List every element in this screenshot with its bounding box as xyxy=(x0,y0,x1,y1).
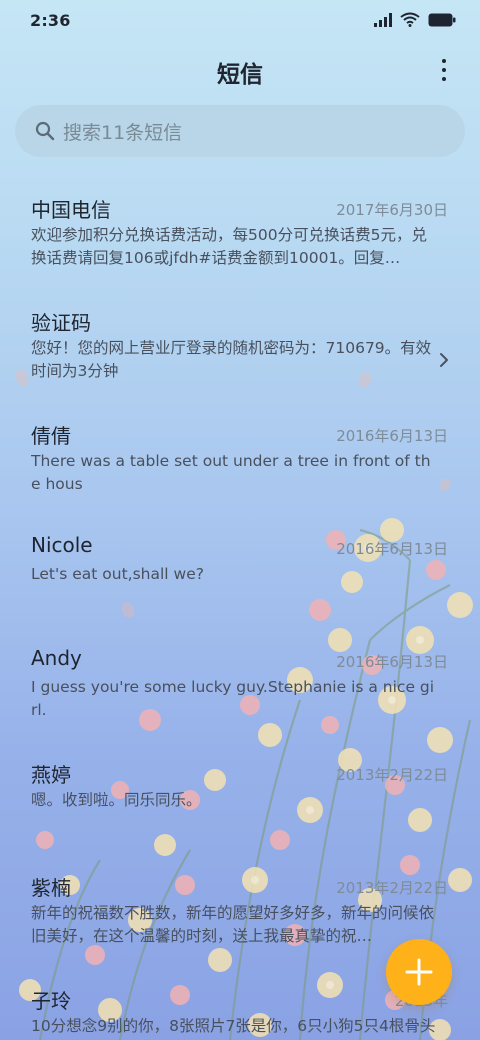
conversation-date: 2016年6月13日 xyxy=(336,540,448,558)
conversation-preview: There was a table set out under a tree i… xyxy=(31,452,431,493)
conversation-preview: Let's eat out,shall we? xyxy=(31,565,204,583)
conversation-item[interactable]: Andy 2016年6月13日 I guess you're some luck… xyxy=(0,634,480,747)
conversation-item[interactable]: 中国电信 2017年6月30日 欢迎参加积分兑换话费活动，每500分可兑换话费5… xyxy=(0,182,480,295)
conversation-name: 倩倩 xyxy=(31,424,71,448)
conversation-name: 子玲 xyxy=(31,989,71,1013)
page-title: 短信 xyxy=(217,62,263,88)
conversation-preview: 10分想念9别的你，8张照片7张是你，6只小狗5只4根骨头3根归你，2爪着地1定… xyxy=(31,1017,436,1035)
plus-icon xyxy=(405,958,433,986)
conversation-item[interactable]: 验证码 您好！您的网上营业厅登录的随机密码为：710679。有效时间为3分钟 xyxy=(0,295,480,408)
conversation-item[interactable]: 燕婷 2013年2月22日 嗯。收到啦。同乐同乐。 xyxy=(0,747,480,860)
conversation-name: 验证码 xyxy=(31,311,91,335)
conversation-date: 2017年6月30日 xyxy=(336,201,448,219)
conversation-preview: 嗯。收到啦。同乐同乐。 xyxy=(31,791,202,809)
wifi-icon xyxy=(400,12,420,27)
conversation-name: Nicole xyxy=(31,533,93,557)
conversation-date: 2013年2月22日 xyxy=(336,879,448,897)
more-dot xyxy=(442,59,446,63)
conversation-preview: 欢迎参加积分兑换话费活动，每500分可兑换话费5元，兑换话费请回复106或jfd… xyxy=(31,226,427,267)
status-icons xyxy=(374,12,456,27)
conversation-item[interactable]: Nicole 2016年6月13日 Let's eat out,shall we… xyxy=(0,521,480,634)
title-bar: 短信 xyxy=(0,48,480,90)
more-dot xyxy=(442,77,446,81)
conversation-preview: I guess you're some lucky guy.Stephanie … xyxy=(31,678,435,719)
signal-icon xyxy=(374,12,392,27)
conversation-name: 紫楠 xyxy=(31,876,71,900)
more-vertical-icon[interactable] xyxy=(434,57,454,83)
conversation-preview: 新年的祝福数不胜数，新年的愿望好多好多，新年的问候依旧美好，在这个温馨的时刻，送… xyxy=(31,904,435,945)
status-time: 2:36 xyxy=(30,11,71,30)
messages-screen: 2:36 短信 搜索11条短信 中国电信 2017年6月30日 欢迎参加积分兑换… xyxy=(0,0,480,1040)
chevron-right-icon xyxy=(440,353,448,367)
conversation-name: Andy xyxy=(31,646,82,670)
conversation-name: 燕婷 xyxy=(31,763,71,787)
new-message-button[interactable] xyxy=(386,939,452,1005)
more-dot xyxy=(442,68,446,72)
battery-icon xyxy=(428,13,456,26)
conversation-list: 中国电信 2017年6月30日 欢迎参加积分兑换话费活动，每500分可兑换话费5… xyxy=(0,182,480,1040)
conversation-name: 中国电信 xyxy=(31,198,111,222)
search-placeholder: 搜索11条短信 xyxy=(63,121,183,144)
search-icon xyxy=(35,121,55,141)
search-input[interactable]: 搜索11条短信 xyxy=(15,105,465,157)
conversation-item[interactable]: 倩倩 2016年6月13日 There was a table set out … xyxy=(0,408,480,521)
conversation-date: 2013年2月22日 xyxy=(336,766,448,784)
conversation-preview: 您好！您的网上营业厅登录的随机密码为：710679。有效时间为3分钟 xyxy=(31,339,432,380)
status-bar: 2:36 xyxy=(0,0,480,42)
conversation-date: 2016年6月13日 xyxy=(336,427,448,445)
conversation-date: 2016年6月13日 xyxy=(336,653,448,671)
